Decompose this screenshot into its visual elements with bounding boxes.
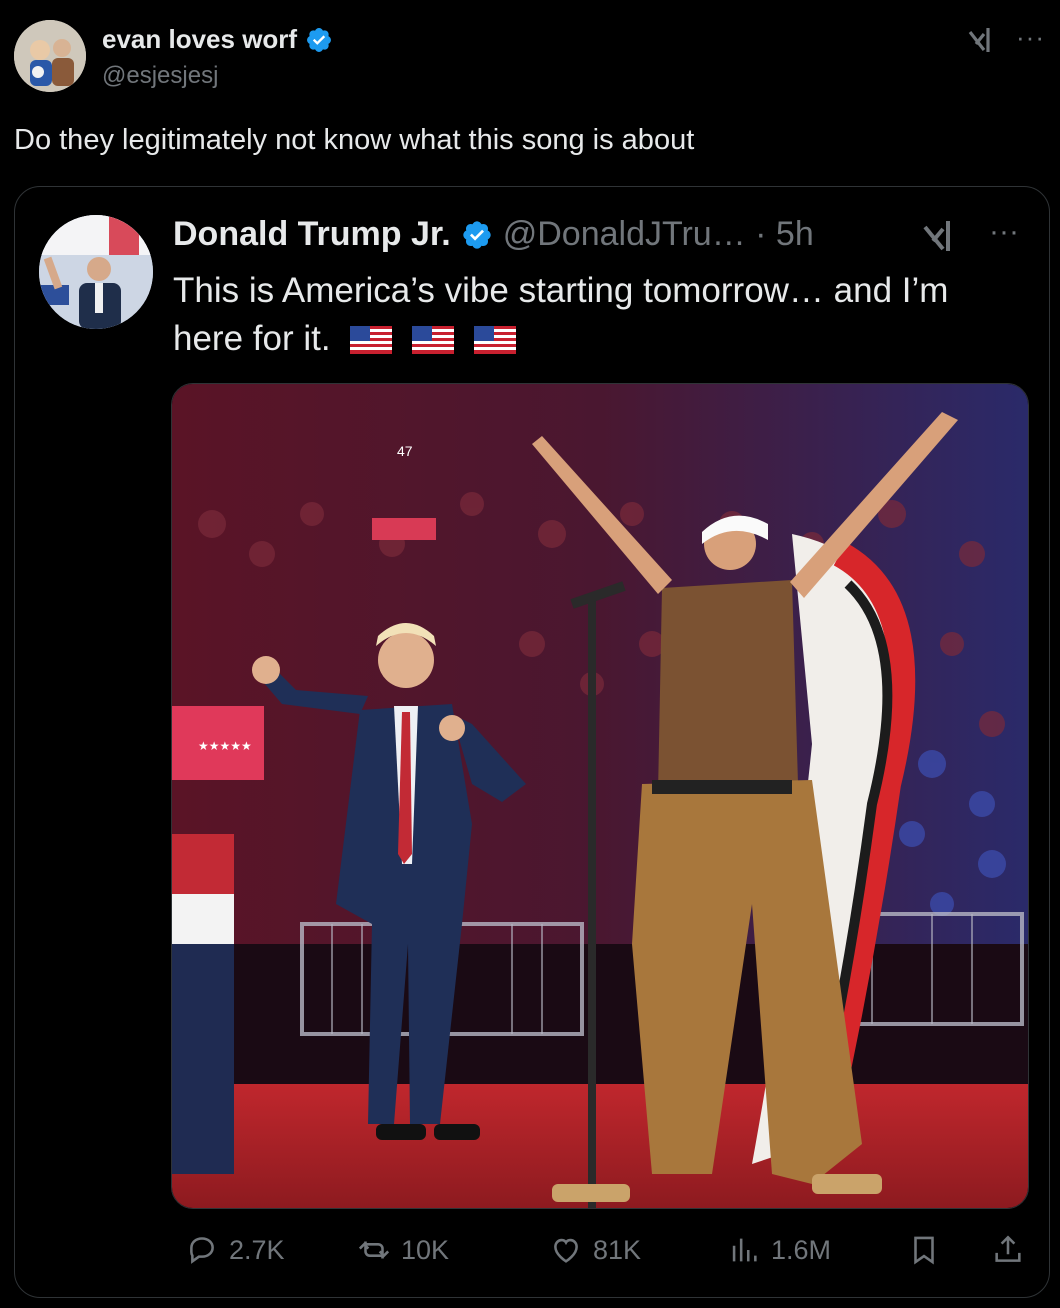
- tweet-screen: evan loves worf @esjesjesj ··· Do they l…: [0, 0, 1060, 1308]
- views-button[interactable]: 1.6M: [727, 1233, 831, 1267]
- quoted-author-name[interactable]: Donald Trump Jr.: [173, 215, 451, 254]
- tweet-text: Do they legitimately not know what this …: [14, 124, 695, 156]
- quoted-text-block: This is America’s vibe starting tomorrow…: [173, 267, 1013, 363]
- reply-button[interactable]: 2.7K: [185, 1233, 285, 1267]
- quoted-media-photo[interactable]: 47 ★★★★★: [171, 383, 1029, 1209]
- stage-sign-number: 47: [397, 443, 413, 459]
- bookmark-button[interactable]: [907, 1233, 941, 1267]
- like-icon: [554, 1238, 578, 1263]
- more-icon[interactable]: ···: [989, 215, 1019, 249]
- stage-stars: ★★★★★: [198, 739, 252, 753]
- action-bar: 2.7K 10K 81K 1.6M: [171, 1233, 1031, 1273]
- author-name-row[interactable]: evan loves worf: [102, 24, 333, 55]
- bookmark-icon: [914, 1236, 934, 1265]
- quoted-handle-time[interactable]: @DonaldJTru… · 5h: [503, 215, 814, 254]
- share-button[interactable]: [991, 1233, 1025, 1267]
- views-icon: [732, 1238, 757, 1262]
- author-name[interactable]: evan loves worf: [102, 24, 297, 55]
- us-flag-icon: [350, 326, 393, 354]
- like-count: 81K: [593, 1234, 642, 1265]
- grok-icon[interactable]: [966, 24, 1000, 58]
- us-flag-icon: [412, 326, 455, 354]
- share-icon: [995, 1235, 1021, 1262]
- like-button[interactable]: 81K: [549, 1233, 641, 1267]
- repost-count: 10K: [401, 1234, 450, 1265]
- reply-count: 2.7K: [229, 1234, 285, 1265]
- quoted-avatar[interactable]: [39, 215, 153, 329]
- verified-badge-icon: [463, 220, 491, 249]
- author-handle[interactable]: @esjesjesj: [102, 62, 218, 90]
- quoted-text: This is America’s vibe starting tomorrow…: [173, 271, 949, 358]
- us-flag-icon: [473, 326, 516, 354]
- repost-icon: [358, 1241, 390, 1259]
- quoted-header: Donald Trump Jr. @DonaldJTru… · 5h: [173, 215, 814, 254]
- reply-icon: [190, 1237, 214, 1264]
- grok-icon[interactable]: [921, 217, 961, 257]
- views-count: 1.6M: [771, 1234, 832, 1265]
- verified-badge-icon: [307, 27, 332, 52]
- avatar[interactable]: [14, 20, 86, 92]
- more-icon[interactable]: ···: [1016, 22, 1045, 53]
- quoted-tweet-card[interactable]: Donald Trump Jr. @DonaldJTru… · 5h ··· T…: [14, 186, 1050, 1298]
- repost-button[interactable]: 10K: [357, 1233, 449, 1267]
